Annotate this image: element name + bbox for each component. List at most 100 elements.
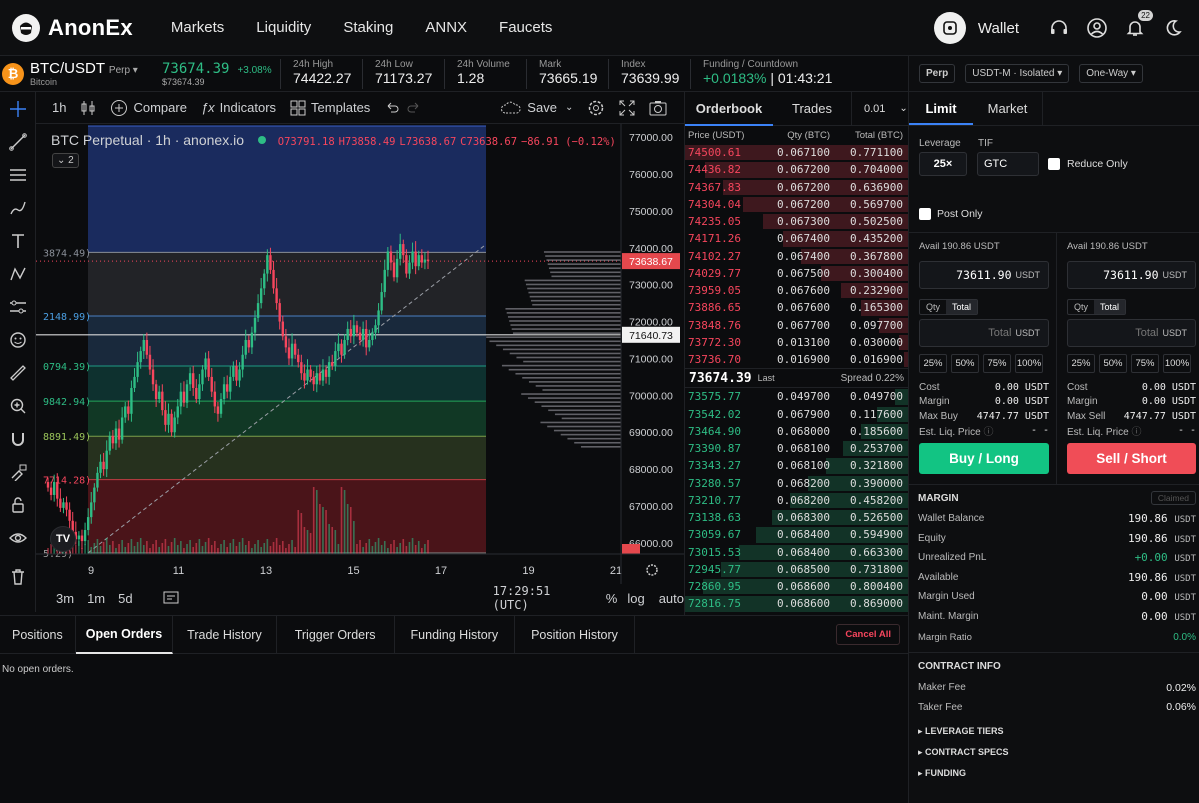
lock-icon[interactable] [0, 488, 36, 521]
bid-row[interactable]: 73343.27 0.068100 0.321800 [685, 457, 908, 474]
claimed-button[interactable]: Claimed [1150, 491, 1196, 505]
buy-pct-75[interactable]: 75% [983, 354, 1011, 373]
nav-annx[interactable]: ANNX [425, 19, 467, 36]
candle-type-icon[interactable] [80, 100, 96, 116]
horizontal-lines-icon[interactable] [0, 158, 36, 191]
notifications-bell-icon[interactable]: 22 [1123, 10, 1153, 40]
ask-row[interactable]: 74367.83 0.067200 0.636900 [685, 179, 908, 196]
ask-row[interactable]: 74500.61 0.067100 0.771100 [685, 144, 908, 161]
nav-liquidity[interactable]: Liquidity [256, 19, 311, 36]
tab-limit[interactable]: Limit [909, 92, 973, 125]
perp-chip[interactable]: Perp [919, 64, 956, 83]
range-1m[interactable]: 1m [87, 591, 105, 606]
buy-pct-100[interactable]: 100% [1015, 354, 1043, 373]
bid-row[interactable]: 73464.90 0.068000 0.185600 [685, 423, 908, 440]
tab-market[interactable]: Market [973, 92, 1043, 125]
sell-qty-tab[interactable]: Qty [1068, 300, 1094, 314]
sell-short-button[interactable]: Sell / Short [1067, 443, 1196, 474]
sell-pct-50[interactable]: 50% [1099, 354, 1127, 373]
ask-row[interactable]: 74235.05 0.067300 0.502500 [685, 213, 908, 230]
tick-size-select[interactable]: 0.01 ⌄ [851, 91, 908, 126]
bid-row[interactable]: 73015.53 0.068400 0.663300 [685, 544, 908, 561]
ruler-icon[interactable] [0, 356, 36, 389]
nav-faucets[interactable]: Faucets [499, 19, 552, 36]
bid-row[interactable]: 73575.77 0.049700 0.049700 [685, 388, 908, 405]
buy-price-input[interactable]: 73611.90 USDT [919, 261, 1049, 289]
bid-row[interactable]: 73390.87 0.068100 0.253700 [685, 440, 908, 457]
redo-icon[interactable] [406, 100, 422, 116]
pattern-icon[interactable] [0, 257, 36, 290]
info-icon[interactable]: ⓘ [1131, 427, 1141, 438]
trash-icon[interactable] [0, 560, 36, 593]
buy-total-input[interactable]: Total USDT [919, 319, 1049, 347]
range-3m[interactable]: 3m [56, 591, 74, 606]
percent-scale-toggle[interactable]: % [606, 591, 618, 606]
buy-long-button[interactable]: Buy / Long [919, 443, 1049, 474]
tab-positions[interactable]: Positions [0, 615, 76, 654]
undo-icon[interactable] [384, 100, 400, 116]
tab-trade-history[interactable]: Trade History [173, 615, 277, 654]
zoom-in-icon[interactable] [0, 389, 36, 422]
post-only-checkbox[interactable] [919, 208, 931, 220]
reduce-only-checkbox[interactable] [1048, 158, 1060, 170]
tab-orderbook[interactable]: Orderbook [685, 92, 773, 126]
crosshair-icon[interactable] [0, 92, 36, 125]
account-user-icon[interactable] [1085, 16, 1109, 40]
funding-toggle[interactable]: ▸ FUNDING [918, 768, 1199, 789]
brush-icon[interactable] [0, 191, 36, 224]
sell-pct-75[interactable]: 75% [1131, 354, 1159, 373]
margin-mode-select[interactable]: USDT-M · Isolated ▾ [965, 64, 1070, 83]
support-headset-icon[interactable] [1047, 16, 1071, 40]
save-button[interactable]: Save ⌄ [500, 100, 573, 115]
chart-canvas[interactable]: 3874.49) 2148.99) 0794.39) 9842.94) 8891.49)… [36, 124, 684, 584]
axis-settings-icon[interactable] [646, 564, 658, 576]
log-scale-toggle[interactable]: log [627, 591, 644, 606]
ask-row[interactable]: 74304.04 0.067200 0.569700 [685, 196, 908, 213]
tab-open-orders[interactable]: Open Orders [75, 615, 174, 654]
logo[interactable]: AnonEx [12, 13, 133, 42]
sell-price-input[interactable]: 73611.90 USDT [1067, 261, 1196, 289]
tab-position-history[interactable]: Position History [515, 615, 635, 654]
ask-row[interactable]: 73848.76 0.067700 0.097700 [685, 317, 908, 334]
templates-button[interactable]: Templates [290, 100, 370, 116]
pair-selector[interactable]: BTC/USDT Perp ▾ Bitcoin [30, 60, 162, 87]
info-icon[interactable]: ⓘ [983, 427, 993, 438]
compare-button[interactable]: Compare [110, 99, 187, 117]
cancel-all-button[interactable]: Cancel All [836, 624, 900, 645]
contract-specs-toggle[interactable]: ▸ CONTRACT SPECS [918, 747, 1199, 768]
bid-row[interactable]: 72945.77 0.068500 0.731800 [685, 561, 908, 578]
emoji-icon[interactable] [0, 323, 36, 356]
bid-row[interactable]: 73138.63 0.068300 0.526500 [685, 509, 908, 526]
buy-pct-25[interactable]: 25% [919, 354, 947, 373]
auto-scale-toggle[interactable]: auto [659, 591, 684, 606]
bid-row[interactable]: 72816.75 0.068600 0.869000 [685, 595, 908, 612]
leverage-tiers-toggle[interactable]: ▸ LEVERAGE TIERS [918, 726, 1199, 747]
bid-row[interactable]: 72860.95 0.068600 0.800400 [685, 578, 908, 595]
buy-qty-tab[interactable]: Qty [920, 300, 946, 314]
interval-button[interactable]: 1h [52, 100, 66, 115]
nav-markets[interactable]: Markets [171, 19, 224, 36]
range-5d[interactable]: 5d [118, 591, 132, 606]
ask-row[interactable]: 73736.70 0.016900 0.016900 [685, 351, 908, 368]
settings-gear-icon[interactable] [587, 99, 605, 117]
wallet-avatar-icon[interactable] [933, 12, 966, 44]
ask-row[interactable]: 74102.27 0.067400 0.367800 [685, 248, 908, 265]
nav-staking[interactable]: Staking [343, 19, 393, 36]
tab-trigger-orders[interactable]: Trigger Orders [277, 615, 395, 654]
tradingview-logo[interactable]: TV [50, 526, 76, 552]
bid-row[interactable]: 73542.02 0.067900 0.117600 [685, 406, 908, 423]
wallet-link[interactable]: Wallet [978, 20, 1019, 37]
fullscreen-icon[interactable] [619, 100, 635, 116]
buy-total-tab[interactable]: Total [946, 300, 978, 314]
ask-row[interactable]: 74436.82 0.067200 0.704000 [685, 161, 908, 178]
position-mode-select[interactable]: One-Way ▾ [1079, 64, 1143, 83]
ask-row[interactable]: 73886.65 0.067600 0.165300 [685, 299, 908, 316]
price-chart[interactable]: 3874.49) 2148.99) 0794.39) 9842.94) 8891.49)… [36, 124, 684, 584]
buy-pct-50[interactable]: 50% [951, 354, 979, 373]
ask-row[interactable]: 74029.77 0.067500 0.300400 [685, 265, 908, 282]
trendline-icon[interactable] [0, 125, 36, 158]
tif-select[interactable]: GTC [977, 152, 1039, 176]
lock-drawing-icon[interactable] [0, 455, 36, 488]
bid-row[interactable]: 73059.67 0.068400 0.594900 [685, 526, 908, 543]
sell-pct-25[interactable]: 25% [1067, 354, 1095, 373]
